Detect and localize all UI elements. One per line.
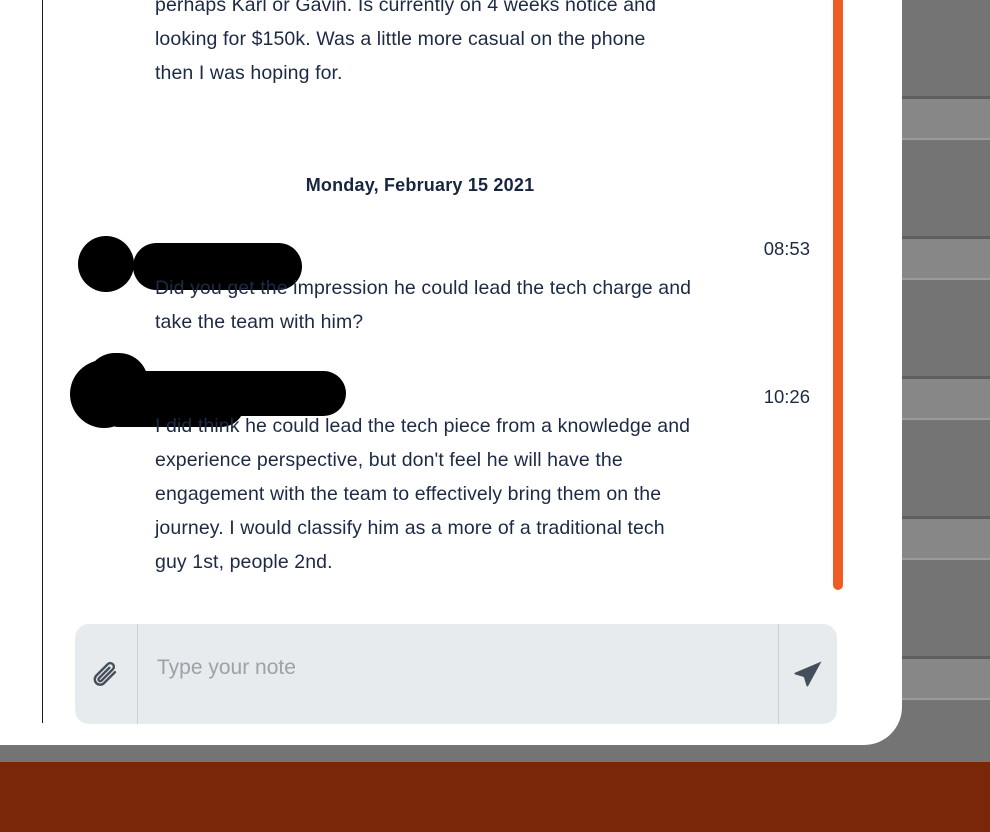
message-timestamp: 10:26 xyxy=(763,386,810,407)
date-divider: Monday, February 15 2021 xyxy=(0,175,840,196)
redaction-mark-author-name-extra xyxy=(86,353,148,411)
chat-panel: perhaps Karl or Gavin. Is currently on 4… xyxy=(0,0,902,745)
note-input[interactable] xyxy=(138,612,778,724)
message-timestamp: 08:53 xyxy=(763,238,810,259)
paperclip-icon xyxy=(93,661,117,686)
message-text: I did think he could lead the tech piece… xyxy=(155,415,691,573)
send-paper-plane-icon xyxy=(794,661,822,687)
scrollbar-thumb[interactable] xyxy=(833,0,843,590)
thread-left-rule xyxy=(42,0,43,723)
date-divider-label: Monday, February 15 2021 xyxy=(305,175,535,195)
bottom-accent-bar xyxy=(0,762,990,832)
redaction-mark-avatar xyxy=(78,236,134,292)
note-composer xyxy=(75,612,837,724)
attach-file-button[interactable] xyxy=(75,624,137,724)
message-text-truncated: perhaps Karl or Gavin. Is currently on 4… xyxy=(155,0,657,84)
message-text: Did you get the impression he could lead… xyxy=(155,277,692,333)
thread-scrollbar[interactable] xyxy=(833,0,843,610)
send-note-button[interactable] xyxy=(779,624,837,724)
